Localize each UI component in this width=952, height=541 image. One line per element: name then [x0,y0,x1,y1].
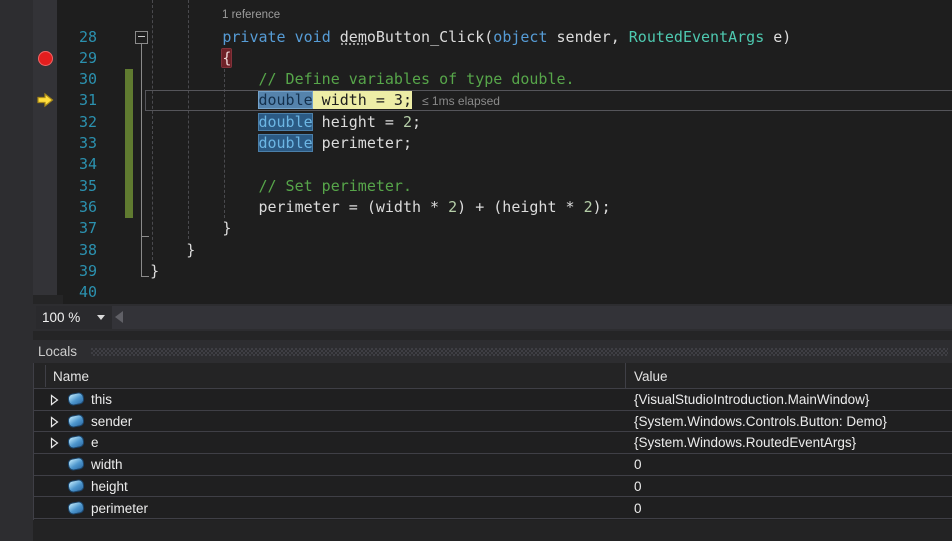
code-line-30[interactable]: // Define variables of type double. [33,69,952,90]
code-editor[interactable]: 2728293031323334353637383940 1 reference… [33,0,952,304]
code-token: // Define variables of type double. [258,70,574,88]
code-token: ; [412,113,421,131]
variable-icon [68,458,84,470]
code-token: private [222,28,285,46]
code-token: ) + (height * [457,198,583,216]
code-token: perimeter; [313,134,412,152]
codelens-references[interactable]: 1 reference [222,9,280,21]
horizontal-scrollbar[interactable] [112,306,952,329]
code-line-35[interactable]: // Set perimeter. [33,176,952,197]
code-line-34[interactable] [33,154,952,175]
code-line-29[interactable]: { [33,48,952,69]
locals-title-bar[interactable]: Locals [33,340,952,363]
variable-icon [68,415,84,427]
breakpoint-span: { [222,49,231,67]
variable-value[interactable]: {System.Windows.RoutedEventArgs} [634,435,856,450]
column-header-name[interactable]: Name [53,369,89,384]
code-token: e) [764,28,791,46]
code-line-28[interactable]: private void demoButton_Click(object sen… [33,27,952,48]
code-token: 2 [403,113,412,131]
locals-row-this[interactable]: this {VisualStudioIntroduction.MainWindow… [34,389,952,411]
locals-title: Locals [38,344,77,359]
code-line-38[interactable]: } [33,240,952,261]
locals-rows: this {VisualStudioIntroduction.MainWindow… [33,389,952,520]
code-line-33[interactable]: double perimeter; [33,133,952,154]
variable-value[interactable]: 0 [634,479,642,494]
code-token [286,28,295,46]
locals-table-header[interactable]: Name Value [33,363,952,389]
variable-name[interactable]: height [91,479,128,494]
variable-value[interactable]: {VisualStudioIntroduction.MainWindow} [634,392,869,407]
variable-value[interactable]: {System.Windows.Controls.Button: Demo} [634,414,887,429]
code-token: width = 3; [313,91,412,109]
variable-name[interactable]: perimeter [91,501,148,516]
code-line-31[interactable]: double width = 3; ≤ 1ms elapsed [33,90,952,111]
expand-arrow-icon[interactable] [50,416,59,428]
code-line-27[interactable] [33,0,952,7]
code-token: double [258,134,312,152]
code-token: RoutedEventArgs [629,28,764,46]
locals-row-perimeter[interactable]: perimeter 0 [34,498,952,520]
code-token: 2 [584,198,593,216]
locals-row-sender[interactable]: sender {System.Windows.Controls.Button: D… [34,411,952,433]
variable-icon [68,501,84,513]
perf-tip[interactable]: ≤ 1ms elapsed [422,94,500,108]
variable-name[interactable]: e [91,435,99,450]
code-line-40[interactable] [33,282,952,303]
chevron-down-icon [97,315,105,320]
code-token: sender, [547,28,628,46]
window-left-strip [0,0,34,541]
variable-icon [68,436,84,448]
variable-value[interactable]: 0 [634,501,642,516]
panel-splitter[interactable] [33,331,952,340]
code-line-37[interactable]: } [33,218,952,239]
code-token: double [258,91,312,109]
code-token: ( [484,28,493,46]
code-token: } [222,219,231,237]
locals-row-height[interactable]: height 0 [34,476,952,498]
header-gutter-divider [45,365,46,387]
locals-panel: Locals Name Value this {VisualStudioIntro… [33,340,952,541]
editor-bottom-bar: 100 % [33,304,952,331]
code-token: double [258,113,312,131]
zoom-level-dropdown[interactable]: 100 % [36,306,112,329]
code-token: perimeter = (width * [258,198,448,216]
drag-grip-texture [91,348,948,356]
code-line-32[interactable]: double height = 2; [33,112,952,133]
locals-row-width[interactable]: width 0 [34,454,952,476]
code-token: 2 [448,198,457,216]
expand-arrow-icon[interactable] [50,394,59,406]
code-token: void [295,28,331,46]
code-token: } [186,241,195,259]
code-token [331,28,340,46]
variable-name[interactable]: this [91,392,112,407]
variable-icon [68,393,84,405]
variable-value[interactable]: 0 [634,457,642,472]
code-token: } [150,262,159,280]
code-token: ); [593,198,611,216]
code-token: height = [313,113,403,131]
expand-arrow-icon[interactable] [50,437,59,449]
zoom-level-value: 100 % [36,310,97,325]
code-line-36[interactable]: perimeter = (width * 2) + (height * 2); [33,197,952,218]
code-token: object [493,28,547,46]
code-token: // Set perimeter. [258,177,412,195]
variable-name[interactable]: sender [91,414,132,429]
scroll-left-icon[interactable] [115,311,123,323]
variable-name[interactable]: width [91,457,123,472]
code-token: demoButton_Click [340,28,485,46]
variable-icon [68,480,84,492]
code-line-39[interactable]: } [33,261,952,282]
column-header-value[interactable]: Value [634,369,668,384]
locals-row-e[interactable]: e {System.Windows.RoutedEventArgs} [34,432,952,454]
visual-studio-debug-view: 2728293031323334353637383940 1 reference… [0,0,952,541]
